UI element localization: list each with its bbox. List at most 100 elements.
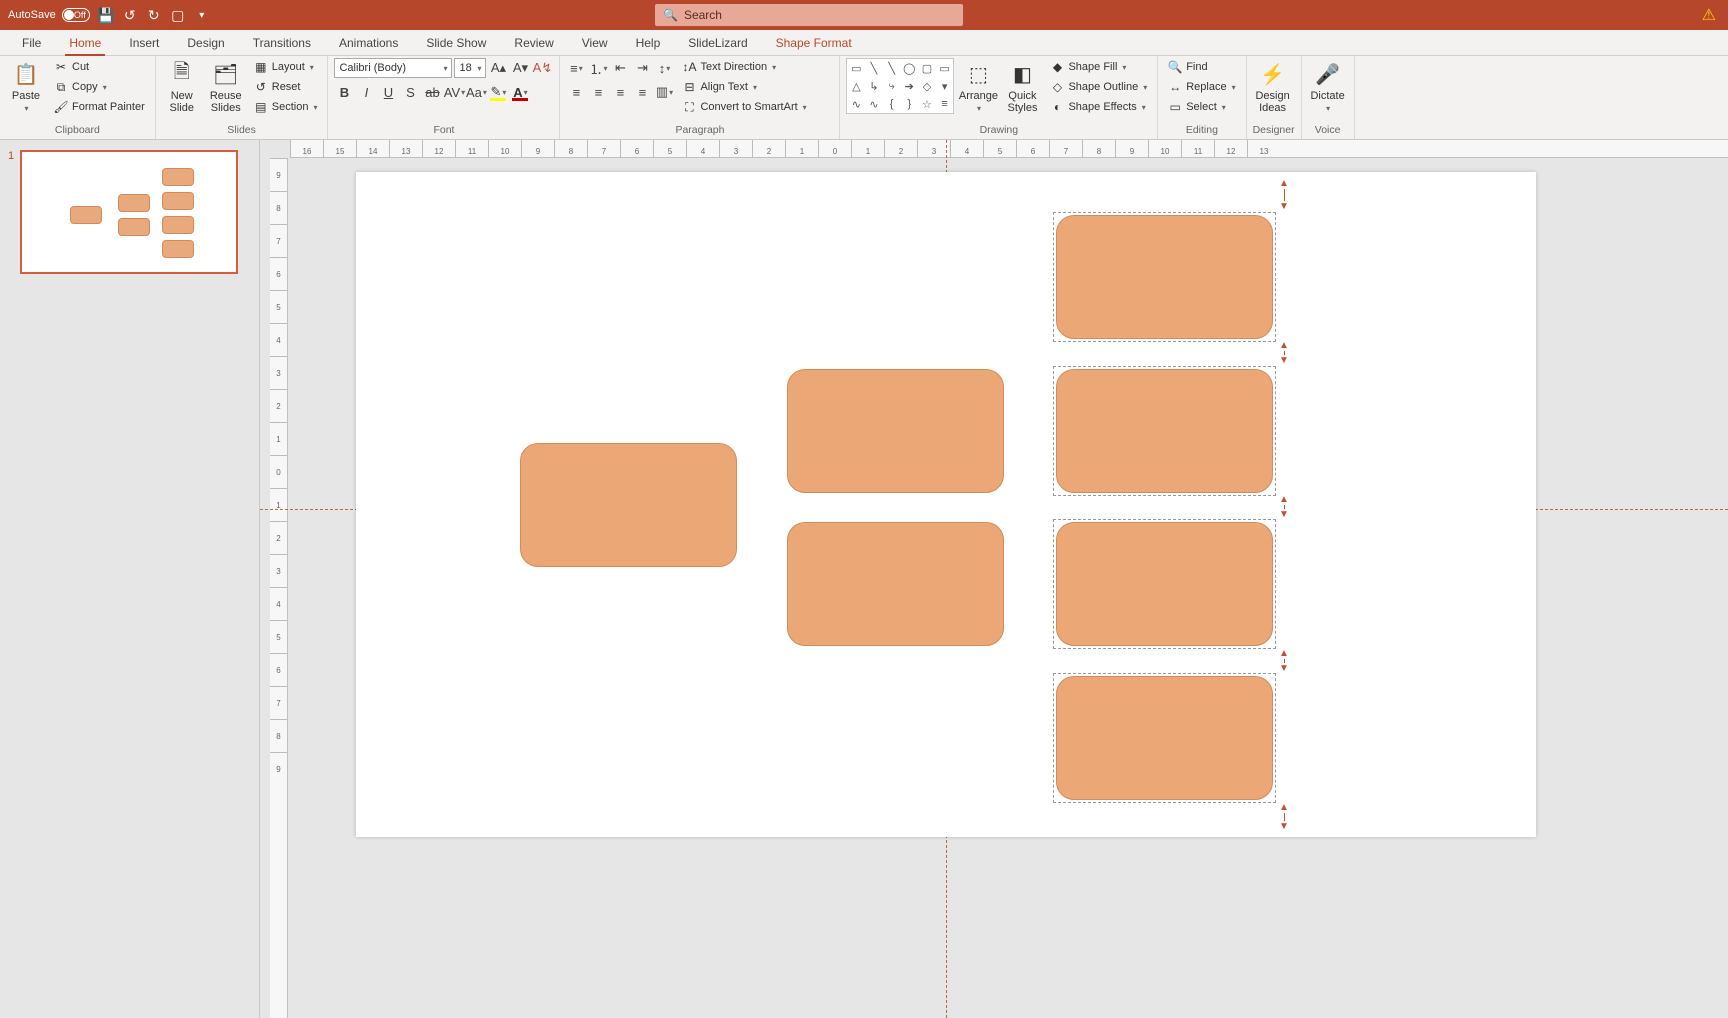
tab-animations[interactable]: Animations xyxy=(325,31,412,55)
align-right-icon[interactable]: ≡ xyxy=(610,82,630,102)
char-spacing-icon[interactable]: AV▾ xyxy=(444,82,464,102)
tab-help[interactable]: Help xyxy=(622,31,675,55)
shadow-icon[interactable]: S xyxy=(400,82,420,102)
increase-font-icon[interactable]: A▴ xyxy=(488,58,508,78)
slide-thumbnail[interactable] xyxy=(20,150,238,274)
align-left-icon[interactable]: ≡ xyxy=(566,82,586,102)
gallery-more-icon[interactable]: ▾ xyxy=(936,77,954,95)
tab-shape-format[interactable]: Shape Format xyxy=(762,31,866,55)
shape-star-icon[interactable]: ☆ xyxy=(918,95,936,113)
shape-arrow-icon[interactable]: ➔ xyxy=(900,77,918,95)
dictate-button[interactable]: 🎤Dictate▾ xyxy=(1308,58,1348,115)
shape-roundrect-3[interactable] xyxy=(787,522,1004,646)
align-center-icon[interactable]: ≡ xyxy=(588,82,608,102)
design-ideas-button[interactable]: ⚡Design Ideas xyxy=(1253,58,1293,116)
line-spacing-icon[interactable]: ↕▾ xyxy=(654,58,674,78)
shape-connector-icon[interactable]: ↳ xyxy=(865,77,883,95)
justify-icon[interactable]: ≡ xyxy=(632,82,652,102)
slide-canvas[interactable]: ▲▼ ▲▼ ▲▼ ▲▼ ▲▼ xyxy=(356,172,1536,837)
shape-roundrect-icon[interactable]: ▢ xyxy=(918,59,936,77)
shapes-gallery[interactable]: ▭╲╲◯▢▭ △↳⤷➔◇▾ ∿∿{}☆≡ xyxy=(846,58,954,114)
search-box[interactable]: 🔍 Search xyxy=(655,4,963,26)
font-size-combo[interactable]: 18▾ xyxy=(454,58,486,78)
shape-brace-r-icon[interactable]: } xyxy=(900,95,918,113)
font-name-combo[interactable]: Calibri (Body)▾ xyxy=(334,58,452,78)
bullets-icon[interactable]: ≡▾ xyxy=(566,58,586,78)
shape-line-icon[interactable]: ╲ xyxy=(865,59,883,77)
shape-rect2-icon[interactable]: ▭ xyxy=(936,59,954,77)
shape-oval-icon[interactable]: ◯ xyxy=(900,59,918,77)
clear-formatting-icon[interactable]: A↯ xyxy=(532,58,552,78)
underline-icon[interactable]: U xyxy=(378,82,398,102)
strikethrough-icon[interactable]: ab xyxy=(422,82,442,102)
bold-icon[interactable]: B xyxy=(334,82,354,102)
slide-thumbnail-panel[interactable]: 1 xyxy=(0,140,260,1018)
shape-diamond-icon[interactable]: ◇ xyxy=(918,77,936,95)
shape-curve-icon[interactable]: ∿ xyxy=(847,95,865,113)
tab-slideshow[interactable]: Slide Show xyxy=(412,31,500,55)
shape-curve2-icon[interactable]: ∿ xyxy=(865,95,883,113)
title-bar: AutoSave Off 💾 ↺ ↻ ▢ ▾ Presentation1 - P… xyxy=(0,0,1728,30)
section-button[interactable]: ▤Section▾ xyxy=(250,98,322,116)
group-font: Calibri (Body)▾ 18▾ A▴ A▾ A↯ B I U S ab … xyxy=(328,56,560,139)
tab-slidelizard[interactable]: SlideLizard xyxy=(674,31,761,55)
quick-styles-button[interactable]: ◧Quick Styles xyxy=(1002,58,1042,116)
tab-transitions[interactable]: Transitions xyxy=(239,31,325,55)
align-text-button[interactable]: ⊟Align Text▾ xyxy=(678,78,810,96)
copy-button[interactable]: ⧉Copy▾ xyxy=(50,78,149,96)
tab-design[interactable]: Design xyxy=(173,31,238,55)
undo-icon[interactable]: ↺ xyxy=(122,7,138,23)
customize-qat-icon[interactable]: ▾ xyxy=(194,7,210,23)
cut-button[interactable]: ✂Cut xyxy=(50,58,149,76)
vertical-ruler: 9876543210123456789 xyxy=(270,158,288,1018)
tab-view[interactable]: View xyxy=(568,31,622,55)
columns-icon[interactable]: ▥▾ xyxy=(654,82,674,102)
shape-outline-button[interactable]: ◇Shape Outline▾ xyxy=(1046,78,1151,96)
present-from-start-icon[interactable]: ▢ xyxy=(170,7,186,23)
shape-line2-icon[interactable]: ╲ xyxy=(883,59,901,77)
redo-icon[interactable]: ↻ xyxy=(146,7,162,23)
group-drawing: ▭╲╲◯▢▭ △↳⤷➔◇▾ ∿∿{}☆≡ ⬚Arrange▾ ◧Quick St… xyxy=(840,56,1158,139)
toggle-switch[interactable]: Off xyxy=(62,8,90,22)
tab-file[interactable]: File xyxy=(8,31,55,55)
replace-button[interactable]: ↔Replace▾ xyxy=(1164,78,1239,96)
shape-effects-button[interactable]: ◐Shape Effects▾ xyxy=(1046,98,1151,116)
new-slide-button[interactable]: 🗎New Slide xyxy=(162,58,202,116)
font-color-icon[interactable]: A▾ xyxy=(510,82,530,102)
layout-button[interactable]: ▦Layout▾ xyxy=(250,58,322,76)
shape-roundrect-1[interactable] xyxy=(520,443,737,567)
shape-fill-button[interactable]: ◆Shape Fill▾ xyxy=(1046,58,1151,76)
shape-roundrect-2[interactable] xyxy=(787,369,1004,493)
reuse-slides-button[interactable]: 🗂Reuse Slides xyxy=(206,58,246,116)
find-button[interactable]: 🔍Find xyxy=(1164,58,1239,76)
numbering-icon[interactable]: ⒈▾ xyxy=(588,58,608,78)
decrease-indent-icon[interactable]: ⇤ xyxy=(610,58,630,78)
shape-triangle-icon[interactable]: △ xyxy=(847,77,865,95)
paste-button[interactable]: 📋 Paste ▾ xyxy=(6,58,46,115)
change-case-icon[interactable]: Aa▾ xyxy=(466,82,486,102)
shape-brace-l-icon[interactable]: { xyxy=(883,95,901,113)
tab-home[interactable]: Home xyxy=(55,31,115,55)
increase-indent-icon[interactable]: ⇥ xyxy=(632,58,652,78)
arrange-button[interactable]: ⬚Arrange▾ xyxy=(958,58,998,115)
shape-rect-icon[interactable]: ▭ xyxy=(847,59,865,77)
group-editing: 🔍Find ↔Replace▾ ▭Select▾ Editing xyxy=(1158,56,1246,139)
autosave-toggle[interactable]: AutoSave Off xyxy=(8,8,90,22)
select-button[interactable]: ▭Select▾ xyxy=(1164,98,1239,116)
spacing-indicator: ▲▼ xyxy=(1278,340,1290,366)
decrease-font-icon[interactable]: A▾ xyxy=(510,58,530,78)
slide-edit-area[interactable]: 1615141312111098765432101234567891011121… xyxy=(260,140,1728,1018)
gallery-expand-icon[interactable]: ≡ xyxy=(936,95,954,113)
italic-icon[interactable]: I xyxy=(356,82,376,102)
convert-smartart-button[interactable]: ⛶Convert to SmartArt▾ xyxy=(678,98,810,116)
slide-thumbnail-item[interactable]: 1 xyxy=(8,150,251,274)
text-direction-button[interactable]: ↕AText Direction▾ xyxy=(678,58,810,76)
warning-icon[interactable]: ⚠ xyxy=(1702,5,1716,25)
tab-review[interactable]: Review xyxy=(500,31,567,55)
format-painter-button[interactable]: 🖌Format Painter xyxy=(50,98,149,116)
shape-elbow-icon[interactable]: ⤷ xyxy=(883,77,901,95)
reset-button[interactable]: ↺Reset xyxy=(250,78,322,96)
save-icon[interactable]: 💾 xyxy=(98,7,114,23)
tab-insert[interactable]: Insert xyxy=(115,31,173,55)
highlight-icon[interactable]: ✎▾ xyxy=(488,82,508,102)
